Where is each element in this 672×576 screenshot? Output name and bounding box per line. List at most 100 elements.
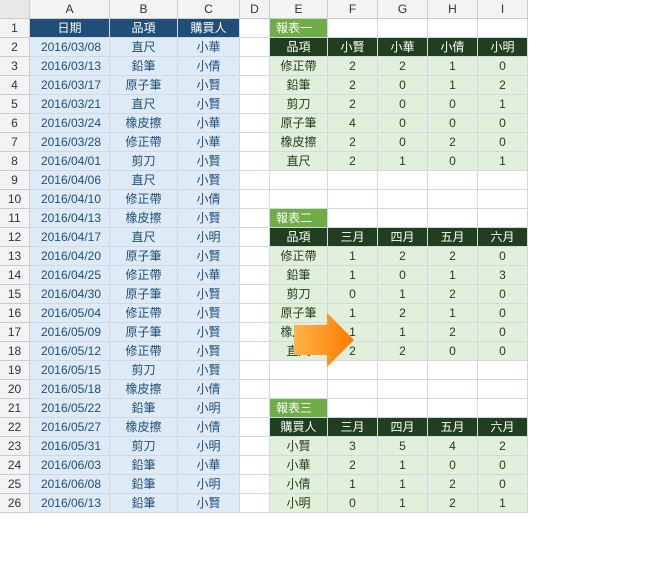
empty-cell[interactable]: [240, 285, 270, 304]
source-cell[interactable]: 小華: [178, 456, 240, 475]
row-header-18[interactable]: 18: [0, 342, 30, 361]
report-cell[interactable]: 1: [328, 247, 378, 266]
report-cell[interactable]: 直尺: [270, 152, 328, 171]
report-cell[interactable]: 1: [428, 266, 478, 285]
report-cell[interactable]: 0: [378, 114, 428, 133]
empty-cell[interactable]: [270, 171, 328, 190]
row-header-12[interactable]: 12: [0, 228, 30, 247]
source-cell[interactable]: 修正帶: [110, 304, 178, 323]
empty-cell[interactable]: [240, 361, 270, 380]
empty-cell[interactable]: [240, 437, 270, 456]
col-header-H[interactable]: H: [428, 0, 478, 19]
report-cell[interactable]: 2: [328, 456, 378, 475]
source-cell[interactable]: 鉛筆: [110, 475, 178, 494]
source-cell[interactable]: 小賢: [178, 285, 240, 304]
source-cell[interactable]: 小賢: [178, 95, 240, 114]
col-header-F[interactable]: F: [328, 0, 378, 19]
source-cell[interactable]: 橡皮擦: [110, 380, 178, 399]
source-cell[interactable]: 小明: [178, 437, 240, 456]
source-cell[interactable]: 鉛筆: [110, 494, 178, 513]
report-cell[interactable]: 2: [328, 57, 378, 76]
row-header-19[interactable]: 19: [0, 361, 30, 380]
source-cell[interactable]: 2016/05/22: [30, 399, 110, 418]
report-cell[interactable]: 小明: [270, 494, 328, 513]
report-cell[interactable]: 0: [428, 456, 478, 475]
report-cell[interactable]: 0: [478, 323, 528, 342]
source-cell[interactable]: 小賢: [178, 209, 240, 228]
source-cell[interactable]: 2016/05/27: [30, 418, 110, 437]
report-cell[interactable]: 2: [478, 437, 528, 456]
source-cell[interactable]: 2016/05/18: [30, 380, 110, 399]
report-cell[interactable]: 小華: [378, 38, 428, 57]
report-cell[interactable]: 0: [478, 342, 528, 361]
empty-cell[interactable]: [328, 171, 378, 190]
report-cell[interactable]: 0: [478, 475, 528, 494]
row-header-1[interactable]: 1: [0, 19, 30, 38]
report-cell[interactable]: 2: [378, 57, 428, 76]
row-header-20[interactable]: 20: [0, 380, 30, 399]
report-cell[interactable]: 1: [328, 266, 378, 285]
report-cell[interactable]: 2: [328, 76, 378, 95]
report-cell[interactable]: 剪刀: [270, 285, 328, 304]
source-cell[interactable]: 修正帶: [110, 190, 178, 209]
row-header-10[interactable]: 10: [0, 190, 30, 209]
empty-cell[interactable]: [378, 361, 428, 380]
report-cell[interactable]: 三月: [328, 418, 378, 437]
source-cell[interactable]: 小賢: [178, 494, 240, 513]
source-cell[interactable]: 2016/05/04: [30, 304, 110, 323]
report-cell[interactable]: 1: [378, 285, 428, 304]
report-cell[interactable]: 0: [428, 114, 478, 133]
report-cell[interactable]: 小華: [270, 456, 328, 475]
source-cell[interactable]: 剪刀: [110, 361, 178, 380]
source-cell[interactable]: 原子筆: [110, 285, 178, 304]
empty-cell[interactable]: [378, 209, 428, 228]
row-header-25[interactable]: 25: [0, 475, 30, 494]
report-cell[interactable]: 2: [378, 342, 428, 361]
source-cell[interactable]: 2016/05/12: [30, 342, 110, 361]
source-cell[interactable]: 2016/06/03: [30, 456, 110, 475]
report-cell[interactable]: 剪刀: [270, 95, 328, 114]
row-header-5[interactable]: 5: [0, 95, 30, 114]
empty-cell[interactable]: [240, 19, 270, 38]
source-cell[interactable]: 小明: [178, 228, 240, 247]
report-cell[interactable]: 0: [478, 304, 528, 323]
col-header-I[interactable]: I: [478, 0, 528, 19]
row-header-4[interactable]: 4: [0, 76, 30, 95]
row-header-21[interactable]: 21: [0, 399, 30, 418]
source-cell[interactable]: 2016/04/20: [30, 247, 110, 266]
row-header-3[interactable]: 3: [0, 57, 30, 76]
source-cell[interactable]: 橡皮擦: [110, 114, 178, 133]
source-cell[interactable]: 2016/03/28: [30, 133, 110, 152]
report-cell[interactable]: 0: [378, 266, 428, 285]
report-cell[interactable]: 1: [328, 475, 378, 494]
empty-cell[interactable]: [270, 190, 328, 209]
empty-cell[interactable]: [240, 76, 270, 95]
row-header-15[interactable]: 15: [0, 285, 30, 304]
source-cell[interactable]: 直尺: [110, 228, 178, 247]
empty-cell[interactable]: [240, 323, 270, 342]
empty-cell[interactable]: [328, 399, 378, 418]
empty-cell[interactable]: [378, 399, 428, 418]
report-cell[interactable]: 2: [478, 76, 528, 95]
empty-cell[interactable]: [328, 190, 378, 209]
report-cell[interactable]: 2: [428, 133, 478, 152]
report-cell[interactable]: 2: [378, 304, 428, 323]
source-cell[interactable]: 小賢: [178, 342, 240, 361]
empty-cell[interactable]: [240, 342, 270, 361]
source-cell[interactable]: 修正帶: [110, 266, 178, 285]
source-cell[interactable]: 2016/05/15: [30, 361, 110, 380]
empty-cell[interactable]: [328, 209, 378, 228]
report-cell[interactable]: 0: [478, 456, 528, 475]
report-cell[interactable]: 0: [428, 95, 478, 114]
empty-cell[interactable]: [240, 228, 270, 247]
source-cell[interactable]: 2016/04/17: [30, 228, 110, 247]
empty-cell[interactable]: [240, 266, 270, 285]
source-cell[interactable]: 修正帶: [110, 133, 178, 152]
empty-cell[interactable]: [240, 114, 270, 133]
report-cell[interactable]: 1: [378, 152, 428, 171]
report-cell[interactable]: 0: [428, 152, 478, 171]
source-cell[interactable]: 2016/03/08: [30, 38, 110, 57]
report-cell[interactable]: 小賢: [270, 437, 328, 456]
source-cell[interactable]: 原子筆: [110, 247, 178, 266]
empty-cell[interactable]: [428, 361, 478, 380]
